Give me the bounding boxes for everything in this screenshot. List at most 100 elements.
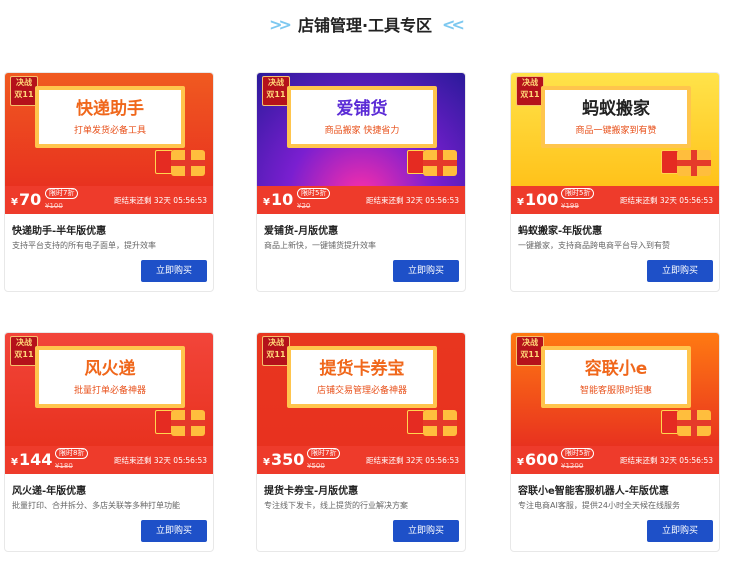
banner-panel: 风火递 批量打单必备神器 bbox=[35, 346, 185, 408]
original-price: ¥20 bbox=[297, 202, 311, 210]
banner-product-name: 蚂蚁搬家 bbox=[582, 99, 650, 119]
currency-symbol: ¥ bbox=[263, 457, 270, 468]
banner-slogan: 商品一键搬家到有赞 bbox=[575, 126, 657, 136]
discount-tag: 限时7折 bbox=[45, 188, 79, 199]
buy-now-button[interactable]: 立即购买 bbox=[141, 520, 207, 542]
product-banner[interactable]: 决战 双11 风火递 批量打单必备神器 bbox=[5, 333, 213, 446]
gift-box-icon bbox=[677, 150, 711, 176]
gift-box-icon bbox=[677, 410, 711, 436]
price-value: 100 bbox=[524, 190, 559, 209]
double11-badge: 决战 双11 bbox=[516, 76, 544, 106]
product-banner[interactable]: 决战 双11 提货卡券宝 店铺交易管理必备神器 bbox=[257, 333, 465, 446]
original-price: ¥199 bbox=[561, 202, 579, 210]
price-value: 600 bbox=[524, 450, 559, 469]
countdown-text: 距结束还剩 32天 05:56:53 bbox=[114, 456, 207, 465]
banner-slogan: 店铺交易管理必备神器 bbox=[316, 386, 407, 396]
product-card[interactable]: 决战 双11 容联小e 智能客服限时钜惠 ¥600 限时5折 ¥1200 距结束还… bbox=[510, 332, 720, 552]
product-title: 蚂蚁搬家-年版优惠 bbox=[518, 226, 603, 237]
price-value: 70 bbox=[18, 190, 42, 209]
gift-box-icon bbox=[171, 410, 205, 436]
banner-panel: 容联小e 智能客服限时钜惠 bbox=[541, 346, 691, 408]
banner-product-name: 爱铺货 bbox=[336, 99, 388, 119]
product-description: 支持平台支持的所有电子面单，提升效率 bbox=[12, 241, 156, 250]
discount-tag: 限时5折 bbox=[561, 448, 595, 459]
buy-now-button[interactable]: 立即购买 bbox=[647, 520, 713, 542]
currency-symbol: ¥ bbox=[11, 197, 18, 208]
price-bar: ¥600 限时5折 ¥1200 距结束还剩 32天 05:56:53 bbox=[511, 446, 719, 474]
original-price: ¥1200 bbox=[561, 462, 584, 470]
price: ¥10 bbox=[263, 190, 293, 213]
banner-slogan: 批量打单必备神器 bbox=[73, 386, 146, 396]
buy-now-button[interactable]: 立即购买 bbox=[647, 260, 713, 282]
product-card[interactable]: 决战 双11 快递助手 打单发货必备工具 ¥70 限时7折 ¥100 距结束还剩 … bbox=[4, 72, 214, 292]
product-card[interactable]: 决战 双11 提货卡券宝 店铺交易管理必备神器 ¥350 限时7折 ¥500 距结… bbox=[256, 332, 466, 552]
section-header: >> 店铺管理·工具专区 << bbox=[0, 8, 730, 40]
banner-slogan: 商品搬家 快捷省力 bbox=[324, 126, 400, 136]
banner-product-name: 快递助手 bbox=[76, 99, 144, 119]
gift-box-icon bbox=[423, 150, 457, 176]
product-title: 风火递-年版优惠 bbox=[12, 486, 87, 497]
currency-symbol: ¥ bbox=[517, 457, 524, 468]
gift-box-icon bbox=[423, 410, 457, 436]
product-title: 容联小e智能客服机器人-年版优惠 bbox=[518, 486, 669, 497]
section-title: 店铺管理·工具专区 bbox=[297, 16, 433, 35]
product-title: 快递助手-半年版优惠 bbox=[12, 226, 107, 237]
discount-tag: 限时8折 bbox=[55, 448, 89, 459]
banner-slogan: 打单发货必备工具 bbox=[73, 126, 146, 136]
price-value: 10 bbox=[270, 190, 294, 209]
double-chevron-left-icon: << bbox=[442, 14, 465, 34]
product-card[interactable]: 决战 双11 爱铺货 商品搬家 快捷省力 ¥10 限时5折 ¥20 距结束还剩 3… bbox=[256, 72, 466, 292]
product-banner[interactable]: 决战 双11 容联小e 智能客服限时钜惠 bbox=[511, 333, 719, 446]
price: ¥100 bbox=[517, 190, 558, 213]
price-bar: ¥70 限时7折 ¥100 距结束还剩 32天 05:56:53 bbox=[5, 186, 213, 214]
product-title: 爱铺货-月版优惠 bbox=[264, 226, 339, 237]
product-description: 专注线下发卡，线上提货的行业解决方案 bbox=[264, 501, 408, 510]
double11-badge: 决战 双11 bbox=[516, 336, 544, 366]
banner-product-name: 提货卡券宝 bbox=[319, 359, 405, 379]
price: ¥350 bbox=[263, 450, 304, 473]
original-price: ¥100 bbox=[45, 202, 63, 210]
price: ¥600 bbox=[517, 450, 558, 473]
original-price: ¥180 bbox=[55, 462, 73, 470]
double11-badge: 决战 双11 bbox=[262, 336, 290, 366]
banner-product-name: 风火递 bbox=[84, 359, 136, 379]
product-banner[interactable]: 决战 双11 爱铺货 商品搬家 快捷省力 bbox=[257, 73, 465, 186]
product-description: 批量打印、合并拆分、多店关联等多种打单功能 bbox=[12, 501, 180, 510]
banner-panel: 快递助手 打单发货必备工具 bbox=[35, 86, 185, 148]
countdown-text: 距结束还剩 32天 05:56:53 bbox=[114, 196, 207, 205]
price-value: 144 bbox=[18, 450, 53, 469]
buy-now-button[interactable]: 立即购买 bbox=[393, 520, 459, 542]
price: ¥70 bbox=[11, 190, 41, 213]
price-bar: ¥144 限时8折 ¥180 距结束还剩 32天 05:56:53 bbox=[5, 446, 213, 474]
currency-symbol: ¥ bbox=[517, 197, 524, 208]
double11-badge: 决战 双11 bbox=[10, 336, 38, 366]
price-bar: ¥350 限时7折 ¥500 距结束还剩 32天 05:56:53 bbox=[257, 446, 465, 474]
product-banner[interactable]: 决战 双11 快递助手 打单发货必备工具 bbox=[5, 73, 213, 186]
countdown-text: 距结束还剩 32天 05:56:53 bbox=[366, 456, 459, 465]
price-value: 350 bbox=[270, 450, 305, 469]
countdown-text: 距结束还剩 32天 05:56:53 bbox=[620, 456, 713, 465]
banner-product-name: 容联小e bbox=[584, 359, 648, 379]
double11-badge: 决战 双11 bbox=[10, 76, 38, 106]
buy-now-button[interactable]: 立即购买 bbox=[141, 260, 207, 282]
banner-panel: 爱铺货 商品搬家 快捷省力 bbox=[287, 86, 437, 148]
buy-now-button[interactable]: 立即购买 bbox=[393, 260, 459, 282]
product-description: 商品上新快，一键铺货提升效率 bbox=[264, 241, 376, 250]
banner-panel: 蚂蚁搬家 商品一键搬家到有赞 bbox=[541, 86, 691, 148]
banner-panel: 提货卡券宝 店铺交易管理必备神器 bbox=[287, 346, 437, 408]
price: ¥144 bbox=[11, 450, 52, 473]
product-description: 专注电商AI客服，提供24小时全天候在线服务 bbox=[518, 501, 681, 510]
discount-tag: 限时7折 bbox=[307, 448, 341, 459]
discount-tag: 限时5折 bbox=[561, 188, 595, 199]
price-bar: ¥10 限时5折 ¥20 距结束还剩 32天 05:56:53 bbox=[257, 186, 465, 214]
currency-symbol: ¥ bbox=[11, 457, 18, 468]
banner-slogan: 智能客服限时钜惠 bbox=[579, 386, 652, 396]
countdown-text: 距结束还剩 32天 05:56:53 bbox=[366, 196, 459, 205]
price-bar: ¥100 限时5折 ¥199 距结束还剩 32天 05:56:53 bbox=[511, 186, 719, 214]
gift-box-icon bbox=[171, 150, 205, 176]
product-title: 提货卡券宝-月版优惠 bbox=[264, 486, 359, 497]
double11-badge: 决战 双11 bbox=[262, 76, 290, 106]
product-card[interactable]: 决战 双11 蚂蚁搬家 商品一键搬家到有赞 ¥100 限时5折 ¥199 距结束还… bbox=[510, 72, 720, 292]
product-card[interactable]: 决战 双11 风火递 批量打单必备神器 ¥144 限时8折 ¥180 距结束还剩 … bbox=[4, 332, 214, 552]
product-banner[interactable]: 决战 双11 蚂蚁搬家 商品一键搬家到有赞 bbox=[511, 73, 719, 186]
